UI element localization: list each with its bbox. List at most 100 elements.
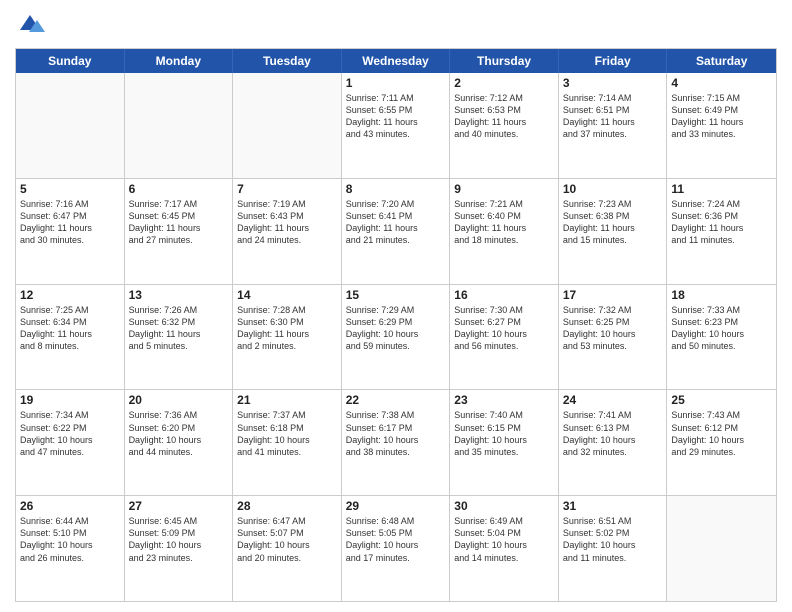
day-number: 18 [671, 288, 772, 302]
day-cell-22: 22 Sunrise: 7:38 AM Sunset: 6:17 PM Dayli… [342, 390, 451, 495]
day-info: Sunrise: 7:29 AM Sunset: 6:29 PM Dayligh… [346, 304, 446, 353]
day-number: 10 [563, 182, 663, 196]
week-row-3: 12 Sunrise: 7:25 AM Sunset: 6:34 PM Dayli… [16, 284, 776, 390]
day-info: Sunrise: 7:43 AM Sunset: 6:12 PM Dayligh… [671, 409, 772, 458]
day-info: Sunrise: 7:20 AM Sunset: 6:41 PM Dayligh… [346, 198, 446, 247]
day-number: 8 [346, 182, 446, 196]
day-cell-10: 10 Sunrise: 7:23 AM Sunset: 6:38 PM Dayli… [559, 179, 668, 284]
day-cell-15: 15 Sunrise: 7:29 AM Sunset: 6:29 PM Dayli… [342, 285, 451, 390]
day-info: Sunrise: 7:21 AM Sunset: 6:40 PM Dayligh… [454, 198, 554, 247]
header-day-friday: Friday [559, 49, 668, 73]
day-info: Sunrise: 7:23 AM Sunset: 6:38 PM Dayligh… [563, 198, 663, 247]
day-number: 25 [671, 393, 772, 407]
day-info: Sunrise: 7:34 AM Sunset: 6:22 PM Dayligh… [20, 409, 120, 458]
day-info: Sunrise: 7:19 AM Sunset: 6:43 PM Dayligh… [237, 198, 337, 247]
day-cell-27: 27Sunrise: 6:45 AM Sunset: 5:09 PM Dayli… [125, 496, 234, 601]
day-info: Sunrise: 7:12 AM Sunset: 6:53 PM Dayligh… [454, 92, 554, 141]
day-number: 7 [237, 182, 337, 196]
logo-icon [15, 10, 45, 40]
day-info: Sunrise: 7:25 AM Sunset: 6:34 PM Dayligh… [20, 304, 120, 353]
day-info: Sunrise: 7:15 AM Sunset: 6:49 PM Dayligh… [671, 92, 772, 141]
day-cell-25: 25 Sunrise: 7:43 AM Sunset: 6:12 PM Dayli… [667, 390, 776, 495]
day-cell-28: 28Sunrise: 6:47 AM Sunset: 5:07 PM Dayli… [233, 496, 342, 601]
header-day-tuesday: Tuesday [233, 49, 342, 73]
day-number: 5 [20, 182, 120, 196]
header-day-thursday: Thursday [450, 49, 559, 73]
day-info: Sunrise: 7:16 AM Sunset: 6:47 PM Dayligh… [20, 198, 120, 247]
day-cell-23: 23 Sunrise: 7:40 AM Sunset: 6:15 PM Dayli… [450, 390, 559, 495]
day-number: 27 [129, 499, 229, 513]
day-cell-11: 11Sunrise: 7:24 AM Sunset: 6:36 PM Dayli… [667, 179, 776, 284]
day-number: 15 [346, 288, 446, 302]
logo [15, 10, 49, 40]
header [15, 10, 777, 40]
day-info: Sunrise: 7:24 AM Sunset: 6:36 PM Dayligh… [671, 198, 772, 247]
empty-cell-0-1 [125, 73, 234, 178]
day-number: 21 [237, 393, 337, 407]
day-info: Sunrise: 7:30 AM Sunset: 6:27 PM Dayligh… [454, 304, 554, 353]
day-cell-5: 5 Sunrise: 7:16 AM Sunset: 6:47 PM Daylig… [16, 179, 125, 284]
week-row-5: 26Sunrise: 6:44 AM Sunset: 5:10 PM Dayli… [16, 495, 776, 601]
day-number: 16 [454, 288, 554, 302]
week-row-1: 1 Sunrise: 7:11 AM Sunset: 6:55 PM Daylig… [16, 73, 776, 178]
day-info: Sunrise: 6:51 AM Sunset: 5:02 PM Dayligh… [563, 515, 663, 564]
day-cell-20: 20 Sunrise: 7:36 AM Sunset: 6:20 PM Dayli… [125, 390, 234, 495]
day-info: Sunrise: 6:48 AM Sunset: 5:05 PM Dayligh… [346, 515, 446, 564]
day-number: 23 [454, 393, 554, 407]
day-cell-19: 19Sunrise: 7:34 AM Sunset: 6:22 PM Dayli… [16, 390, 125, 495]
empty-cell-0-0 [16, 73, 125, 178]
day-cell-3: 3 Sunrise: 7:14 AM Sunset: 6:51 PM Daylig… [559, 73, 668, 178]
day-cell-4: 4 Sunrise: 7:15 AM Sunset: 6:49 PM Daylig… [667, 73, 776, 178]
day-cell-16: 16 Sunrise: 7:30 AM Sunset: 6:27 PM Dayli… [450, 285, 559, 390]
day-info: Sunrise: 7:37 AM Sunset: 6:18 PM Dayligh… [237, 409, 337, 458]
day-cell-14: 14Sunrise: 7:28 AM Sunset: 6:30 PM Dayli… [233, 285, 342, 390]
day-info: Sunrise: 7:41 AM Sunset: 6:13 PM Dayligh… [563, 409, 663, 458]
header-day-sunday: Sunday [16, 49, 125, 73]
day-number: 20 [129, 393, 229, 407]
day-cell-8: 8 Sunrise: 7:20 AM Sunset: 6:41 PM Daylig… [342, 179, 451, 284]
empty-cell-4-6 [667, 496, 776, 601]
day-cell-2: 2 Sunrise: 7:12 AM Sunset: 6:53 PM Daylig… [450, 73, 559, 178]
day-cell-21: 21 Sunrise: 7:37 AM Sunset: 6:18 PM Dayli… [233, 390, 342, 495]
calendar-header: SundayMondayTuesdayWednesdayThursdayFrid… [16, 49, 776, 73]
day-cell-30: 30 Sunrise: 6:49 AM Sunset: 5:04 PM Dayli… [450, 496, 559, 601]
day-info: Sunrise: 7:26 AM Sunset: 6:32 PM Dayligh… [129, 304, 229, 353]
day-cell-24: 24 Sunrise: 7:41 AM Sunset: 6:13 PM Dayli… [559, 390, 668, 495]
day-number: 6 [129, 182, 229, 196]
day-cell-13: 13 Sunrise: 7:26 AM Sunset: 6:32 PM Dayli… [125, 285, 234, 390]
day-number: 31 [563, 499, 663, 513]
day-info: Sunrise: 6:49 AM Sunset: 5:04 PM Dayligh… [454, 515, 554, 564]
day-number: 24 [563, 393, 663, 407]
day-number: 2 [454, 76, 554, 90]
day-cell-17: 17 Sunrise: 7:32 AM Sunset: 6:25 PM Dayli… [559, 285, 668, 390]
header-day-wednesday: Wednesday [342, 49, 451, 73]
header-day-saturday: Saturday [667, 49, 776, 73]
day-number: 1 [346, 76, 446, 90]
day-cell-26: 26Sunrise: 6:44 AM Sunset: 5:10 PM Dayli… [16, 496, 125, 601]
day-number: 17 [563, 288, 663, 302]
day-info: Sunrise: 7:32 AM Sunset: 6:25 PM Dayligh… [563, 304, 663, 353]
day-info: Sunrise: 6:44 AM Sunset: 5:10 PM Dayligh… [20, 515, 120, 564]
day-info: Sunrise: 7:14 AM Sunset: 6:51 PM Dayligh… [563, 92, 663, 141]
day-number: 13 [129, 288, 229, 302]
day-cell-29: 29 Sunrise: 6:48 AM Sunset: 5:05 PM Dayli… [342, 496, 451, 601]
day-number: 22 [346, 393, 446, 407]
day-cell-7: 7 Sunrise: 7:19 AM Sunset: 6:43 PM Daylig… [233, 179, 342, 284]
day-info: Sunrise: 7:17 AM Sunset: 6:45 PM Dayligh… [129, 198, 229, 247]
page-container: SundayMondayTuesdayWednesdayThursdayFrid… [0, 0, 792, 612]
day-info: Sunrise: 7:38 AM Sunset: 6:17 PM Dayligh… [346, 409, 446, 458]
day-number: 29 [346, 499, 446, 513]
day-info: Sunrise: 7:11 AM Sunset: 6:55 PM Dayligh… [346, 92, 446, 141]
day-number: 3 [563, 76, 663, 90]
day-info: Sunrise: 7:40 AM Sunset: 6:15 PM Dayligh… [454, 409, 554, 458]
day-info: Sunrise: 7:36 AM Sunset: 6:20 PM Dayligh… [129, 409, 229, 458]
day-number: 14 [237, 288, 337, 302]
day-cell-6: 6 Sunrise: 7:17 AM Sunset: 6:45 PM Daylig… [125, 179, 234, 284]
day-number: 9 [454, 182, 554, 196]
day-number: 4 [671, 76, 772, 90]
day-number: 30 [454, 499, 554, 513]
calendar-body: 1 Sunrise: 7:11 AM Sunset: 6:55 PM Daylig… [16, 73, 776, 601]
week-row-2: 5 Sunrise: 7:16 AM Sunset: 6:47 PM Daylig… [16, 178, 776, 284]
empty-cell-0-2 [233, 73, 342, 178]
day-number: 12 [20, 288, 120, 302]
